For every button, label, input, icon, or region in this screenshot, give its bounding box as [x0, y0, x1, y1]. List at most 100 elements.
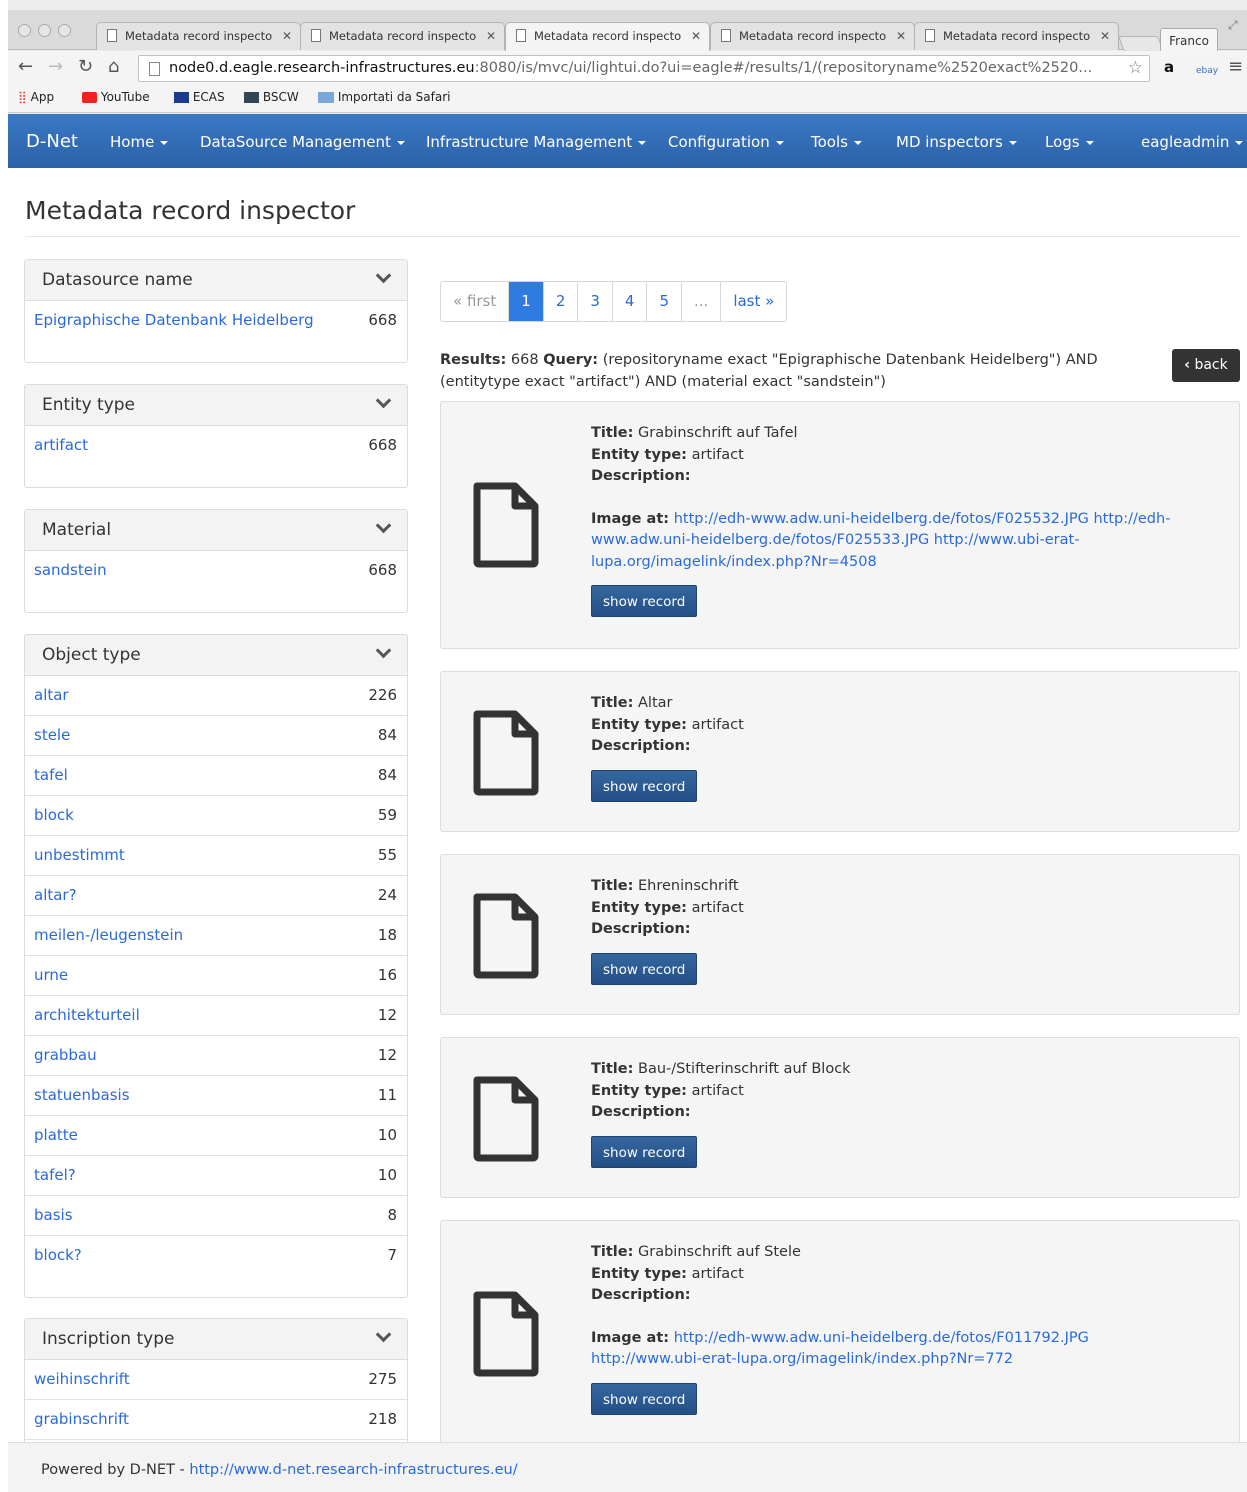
result-title: Ehreninschrift — [638, 878, 739, 894]
page-5[interactable]: 5 — [647, 282, 682, 321]
result-card: Title: Grabinschrift auf Tafel Entity ty… — [440, 401, 1240, 649]
bookmark-folder[interactable]: Importati da Safari — [318, 90, 450, 104]
facet-link[interactable]: block — [34, 806, 74, 824]
brand-logo[interactable]: D-Net — [26, 131, 78, 152]
file-icon — [473, 482, 539, 568]
bookmark-ecas[interactable]: ECAS — [174, 90, 225, 104]
new-tab-button[interactable] — [1118, 36, 1164, 52]
forward-arrow-icon[interactable]: → — [48, 56, 63, 78]
show-record-button[interactable]: show record — [591, 769, 698, 802]
amazon-extension-icon[interactable]: a — [1164, 56, 1174, 78]
chevron-down-icon — [375, 517, 392, 534]
page-3[interactable]: 3 — [578, 282, 613, 321]
facet-link[interactable]: platte — [34, 1126, 78, 1144]
facet-link[interactable]: grabinschrift — [34, 1410, 129, 1428]
facet-count: 11 — [377, 1086, 397, 1104]
facet-link[interactable]: stele — [34, 726, 70, 744]
nav-home[interactable]: Home — [110, 133, 169, 151]
fullscreen-icon[interactable]: ⤢ — [1228, 18, 1238, 33]
facet-link[interactable]: meilen-/leugenstein — [34, 926, 183, 944]
close-tab-icon[interactable]: ✕ — [486, 29, 496, 43]
facet-link[interactable]: Epigraphische Datenbank Heidelberg — [34, 311, 314, 329]
show-record-button[interactable]: show record — [591, 1382, 698, 1415]
facet-link[interactable]: grabbau — [34, 1046, 97, 1064]
facet-link[interactable]: sandstein — [34, 561, 107, 579]
show-record-button[interactable]: show record — [591, 1135, 698, 1168]
facet-link[interactable]: altar? — [34, 886, 77, 904]
nav-tools[interactable]: Tools — [811, 133, 862, 151]
page-first[interactable]: « first — [441, 282, 510, 321]
browser-tab[interactable]: Metadata record inspecto ✕ — [300, 22, 505, 50]
facet-header[interactable]: Inscription type — [25, 1319, 407, 1360]
page-1[interactable]: 1 — [509, 282, 544, 321]
browser-tab[interactable]: Metadata record inspecto ✕ — [914, 22, 1119, 50]
facet-link[interactable]: tafel? — [34, 1166, 76, 1184]
close-tab-icon[interactable]: ✕ — [1100, 29, 1110, 43]
chevron-left-icon: ‹ — [1184, 357, 1191, 373]
result-entity-type: artifact — [691, 716, 744, 733]
chevron-down-icon — [375, 642, 392, 659]
browser-tab[interactable]: Metadata record inspecto ✕ — [710, 22, 915, 50]
page-last[interactable]: last » — [721, 282, 786, 321]
facet-header[interactable]: Entity type — [25, 385, 407, 426]
home-icon[interactable]: ⌂ — [108, 56, 119, 78]
facet-link[interactable]: urne — [34, 966, 68, 984]
bookmark-star-icon[interactable]: ☆ — [1128, 58, 1143, 78]
nav-md-inspectors[interactable]: MD inspectors — [896, 133, 1017, 151]
result-image-links[interactable]: http://edh-www.adw.uni-heidelberg.de/fot… — [591, 511, 1170, 570]
facet-link[interactable]: architekturteil — [34, 1006, 140, 1024]
menu-icon[interactable]: ≡ — [1228, 56, 1243, 78]
facet-link[interactable]: tafel — [34, 766, 68, 784]
facet-header[interactable]: Material — [25, 510, 407, 551]
facet-link[interactable]: block? — [34, 1246, 82, 1264]
facet-link[interactable]: unbestimmt — [34, 846, 125, 864]
result-title: Altar — [638, 695, 673, 711]
caret-down-icon — [1085, 140, 1094, 145]
bookmark-youtube[interactable]: YouTube — [82, 90, 150, 104]
ebay-extension-icon[interactable]: ebay — [1196, 60, 1218, 82]
page-2[interactable]: 2 — [544, 282, 579, 321]
result-details: Title: Altar Entity type: artifact Descr… — [591, 693, 1201, 802]
close-window-icon[interactable] — [18, 24, 31, 37]
nav-logs[interactable]: Logs — [1045, 133, 1094, 151]
facet-count: 7 — [387, 1246, 397, 1264]
zoom-window-icon[interactable] — [58, 24, 71, 37]
facet-header[interactable]: Datasource name — [25, 260, 407, 301]
facet-link[interactable]: statuenbasis — [34, 1086, 130, 1104]
page-ellipsis: ... — [682, 282, 722, 321]
page-4[interactable]: 4 — [613, 282, 648, 321]
close-tab-icon[interactable]: ✕ — [282, 29, 292, 43]
folder-icon — [318, 92, 334, 103]
facet-link[interactable]: altar — [34, 686, 69, 704]
nav-datasource-management[interactable]: DataSource Management — [200, 133, 405, 151]
bookmark-bscw[interactable]: BSCW — [244, 90, 299, 104]
nav-infrastructure-management[interactable]: Infrastructure Management — [426, 133, 647, 151]
back-button[interactable]: ‹ back — [1172, 349, 1240, 382]
nav-configuration[interactable]: Configuration — [668, 133, 784, 151]
minimize-window-icon[interactable] — [38, 24, 51, 37]
file-icon — [473, 1076, 539, 1162]
footer-link[interactable]: http://www.d-net.research-infrastructure… — [189, 1462, 517, 1478]
facet-row: sandstein 668 — [25, 551, 407, 591]
facet-count: 24 — [377, 886, 397, 904]
browser-tab-active[interactable]: Metadata record inspecto ✕ — [505, 22, 710, 51]
facet-header[interactable]: Object type — [25, 635, 407, 676]
facet-link[interactable]: artifact — [34, 436, 88, 454]
caret-down-icon — [1008, 140, 1017, 145]
show-record-button[interactable]: show record — [591, 585, 698, 617]
address-bar[interactable]: node0.d.eagle.research-infrastructures.e… — [138, 55, 1150, 82]
facet-link[interactable]: weihinschrift — [34, 1370, 130, 1388]
back-arrow-icon[interactable]: ← — [18, 56, 33, 78]
nav-user-menu[interactable]: eagleadmin — [1141, 133, 1244, 151]
facet-datasource-name: Datasource name Epigraphische Datenbank … — [24, 259, 408, 363]
pagination: « first 1 2 3 4 5 ... last » — [440, 281, 788, 322]
bookmark-app[interactable]: ⣿ App — [18, 90, 54, 104]
caret-down-icon — [396, 140, 405, 145]
facet-row: meilen-/leugenstein 18 — [25, 916, 407, 956]
reload-icon[interactable]: ↻ — [78, 56, 93, 78]
facet-link[interactable]: basis — [34, 1206, 73, 1224]
show-record-button[interactable]: show record — [591, 952, 698, 985]
close-tab-icon[interactable]: ✕ — [691, 29, 701, 43]
close-tab-icon[interactable]: ✕ — [896, 29, 906, 43]
browser-tab[interactable]: Metadata record inspecto ✕ — [96, 22, 301, 50]
